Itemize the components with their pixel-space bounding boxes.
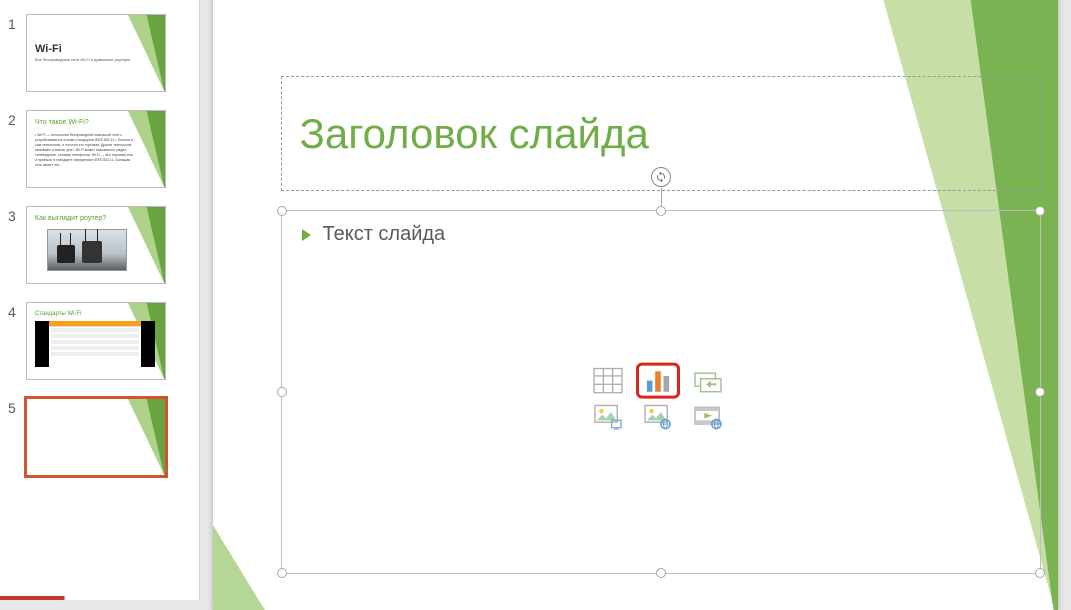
insert-online-picture-icon[interactable]	[639, 402, 677, 432]
screenshot-header	[49, 321, 141, 327]
title-placeholder-text: Заголовок слайда	[300, 110, 649, 158]
selection-handle[interactable]	[1035, 387, 1045, 397]
thumbnail-2[interactable]: Что такое Wi-Fi? • Wi-Fi — технология бе…	[26, 110, 166, 188]
thumbnail-row-2: 2 Что такое Wi-Fi? • Wi-Fi — технология …	[0, 106, 199, 202]
selection-handle[interactable]	[1035, 206, 1045, 216]
thumbnail-row-1: 1 Wi-Fi Все беспроводные сети Wi-Fi и до…	[0, 10, 199, 106]
thumb-title: Wi-Fi	[35, 43, 62, 55]
screenshot-row	[51, 340, 139, 344]
slide-canvas-wrap: Заголовок слайда Текс	[201, 0, 1071, 600]
router-shape	[82, 241, 102, 263]
thumbnail-number: 2	[8, 110, 26, 128]
thumb-body: • Wi-Fi — технология беспроводной локаль…	[35, 133, 135, 168]
screenshot-inner	[49, 321, 141, 367]
insert-picture-icon[interactable]	[589, 402, 627, 432]
screenshot-row	[51, 352, 139, 356]
selection-handle[interactable]	[656, 568, 666, 578]
screenshot-row	[51, 328, 139, 332]
thumbnail-row-3: 3 Как выглядит роутер?	[0, 202, 199, 298]
selection-handle[interactable]	[656, 206, 666, 216]
screenshot-row	[51, 346, 139, 350]
antenna-shape	[85, 229, 86, 241]
thumb-title: Как выглядит роутер?	[35, 215, 106, 222]
theme-accent-icon	[112, 398, 166, 476]
selection-handle[interactable]	[277, 387, 287, 397]
thumbnail-3[interactable]: Как выглядит роутер?	[26, 206, 166, 284]
thumb-title: Стандарты Wi-Fi	[35, 311, 81, 317]
bullet-triangle-icon	[302, 229, 311, 241]
selection-handle[interactable]	[277, 206, 287, 216]
body-text-row: Текст слайда	[282, 211, 1040, 246]
router-shape	[57, 245, 75, 263]
antenna-shape	[60, 233, 61, 245]
insert-chart-icon[interactable]	[639, 366, 677, 396]
selection-handle[interactable]	[1035, 568, 1045, 578]
thumbnail-row-5: 5	[0, 394, 199, 490]
thumbnail-number: 5	[8, 398, 26, 416]
theme-accent-icon	[112, 14, 166, 92]
thumbnail-1[interactable]: Wi-Fi Все беспроводные сети Wi-Fi и дома…	[26, 14, 166, 92]
antenna-shape	[70, 233, 71, 245]
screenshot-thumb	[35, 321, 155, 367]
thumb-subtitle: Все беспроводные сети Wi-Fi и домашние р…	[35, 57, 131, 62]
insert-smartart-icon[interactable]	[689, 366, 727, 396]
insert-video-icon[interactable]	[689, 402, 727, 432]
antenna-shape	[97, 229, 98, 241]
thumbnail-number: 3	[8, 206, 26, 224]
thumbnail-row-4: 4 Стандарты Wi-Fi	[0, 298, 199, 394]
rotate-handle-icon[interactable]	[651, 167, 671, 187]
slide-thumbnail-panel[interactable]: 1 Wi-Fi Все беспроводные сети Wi-Fi и до…	[0, 0, 200, 600]
body-placeholder-text[interactable]: Текст слайда	[323, 223, 446, 246]
screenshot-row	[51, 334, 139, 338]
content-placeholder[interactable]: Текст слайда	[281, 210, 1041, 574]
slide-editor-area[interactable]: Заголовок слайда Текс	[200, 0, 1071, 600]
insert-table-icon[interactable]	[589, 366, 627, 396]
slide-canvas[interactable]: Заголовок слайда Текс	[213, 0, 1058, 610]
thumbnail-number: 4	[8, 302, 26, 320]
powerpoint-editor: 1 Wi-Fi Все беспроводные сети Wi-Fi и до…	[0, 0, 1071, 600]
thumbnail-number: 1	[8, 14, 26, 32]
thumbnail-5[interactable]	[26, 398, 166, 476]
status-accent-bar	[0, 596, 1071, 600]
thumb-title: Что такое Wi-Fi?	[35, 119, 89, 126]
thumbnail-4[interactable]: Стандарты Wi-Fi	[26, 302, 166, 380]
selection-handle[interactable]	[277, 568, 287, 578]
content-icon-grid	[589, 366, 733, 432]
